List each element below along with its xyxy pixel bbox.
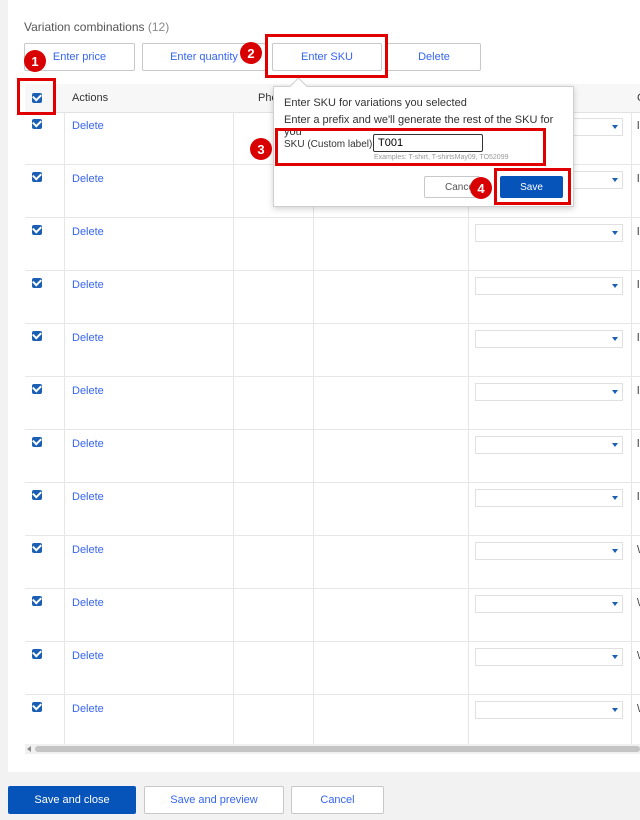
chevron-down-icon	[612, 496, 618, 500]
row-checkbox[interactable]	[32, 384, 42, 394]
row-checkbox[interactable]	[32, 702, 42, 712]
table-row: Delete \	[25, 695, 640, 748]
row-delete-link[interactable]: Delete	[72, 279, 104, 291]
row-dropdown[interactable]	[475, 277, 623, 295]
row-dropdown[interactable]	[475, 224, 623, 242]
step-badge-2: 2	[240, 42, 262, 64]
variation-count: (12)	[147, 20, 170, 34]
row-delete-link[interactable]: Delete	[72, 385, 104, 397]
row-edge-text: l	[637, 279, 640, 291]
sku-field-label: SKU (Custom label)	[284, 139, 373, 150]
sku-prefix-input[interactable]	[373, 134, 483, 152]
chevron-down-icon	[612, 390, 618, 394]
chevron-down-icon	[612, 708, 618, 712]
delete-selected-button[interactable]: Delete	[387, 43, 481, 71]
table-row: Delete \	[25, 589, 640, 642]
row-checkbox[interactable]	[32, 278, 42, 288]
row-edge-text: l	[637, 120, 640, 132]
chevron-down-icon	[612, 602, 618, 606]
step-badge-3: 3	[250, 138, 272, 160]
horizontal-scrollbar[interactable]	[25, 744, 640, 754]
row-delete-link[interactable]: Delete	[72, 703, 104, 715]
chevron-down-icon	[612, 443, 618, 447]
row-dropdown[interactable]	[475, 542, 623, 560]
row-dropdown[interactable]	[475, 383, 623, 401]
scroll-left-icon[interactable]	[27, 746, 31, 752]
enter-price-label: Enter price	[52, 51, 107, 63]
section-title-text: Variation combinations	[24, 20, 145, 34]
row-checkbox[interactable]	[32, 649, 42, 659]
row-checkbox[interactable]	[32, 331, 42, 341]
chevron-down-icon	[612, 178, 618, 182]
row-delete-link[interactable]: Delete	[72, 491, 104, 503]
enter-sku-label: Enter SKU	[301, 51, 353, 63]
row-edge-text: l	[637, 226, 640, 238]
row-edge-text: l	[637, 332, 640, 344]
popover-title: Enter SKU for variations you selected	[284, 97, 467, 109]
row-edge-text: l	[637, 438, 640, 450]
row-edge-text: l	[637, 491, 640, 503]
row-checkbox[interactable]	[32, 172, 42, 182]
chevron-down-icon	[612, 125, 618, 129]
select-all-checkbox[interactable]	[32, 93, 42, 103]
row-checkbox[interactable]	[32, 437, 42, 447]
row-edge-text: l	[637, 173, 640, 185]
table-row: Delete l	[25, 324, 640, 377]
row-delete-link[interactable]: Delete	[72, 597, 104, 609]
table-row: Delete l	[25, 218, 640, 271]
chevron-down-icon	[612, 655, 618, 659]
table-row: Delete \	[25, 536, 640, 589]
row-delete-link[interactable]: Delete	[72, 650, 104, 662]
chevron-down-icon	[612, 231, 618, 235]
delete-selected-label: Delete	[418, 51, 450, 63]
row-delete-link[interactable]: Delete	[72, 120, 104, 132]
row-delete-link[interactable]: Delete	[72, 438, 104, 450]
table-row: Delete l	[25, 377, 640, 430]
row-dropdown[interactable]	[475, 648, 623, 666]
row-dropdown[interactable]	[475, 701, 623, 719]
row-checkbox[interactable]	[32, 119, 42, 129]
table-row: Delete \	[25, 642, 640, 695]
section-title: Variation combinations (12)	[24, 20, 169, 34]
row-dropdown[interactable]	[475, 436, 623, 454]
enter-quantity-label: Enter quantity	[170, 51, 238, 63]
row-edge-text: l	[637, 385, 640, 397]
row-delete-link[interactable]: Delete	[72, 544, 104, 556]
save-and-close-button[interactable]: Save and close	[8, 786, 136, 814]
chevron-down-icon	[612, 284, 618, 288]
row-dropdown[interactable]	[475, 595, 623, 613]
step-badge-1: 1	[24, 50, 46, 72]
row-checkbox[interactable]	[32, 225, 42, 235]
row-delete-link[interactable]: Delete	[72, 173, 104, 185]
step-badge-4: 4	[470, 177, 492, 199]
save-and-preview-button[interactable]: Save and preview	[144, 786, 284, 814]
table-row: Delete l	[25, 483, 640, 536]
scrollbar-thumb[interactable]	[35, 746, 640, 752]
row-dropdown[interactable]	[475, 489, 623, 507]
row-dropdown[interactable]	[475, 330, 623, 348]
chevron-down-icon	[612, 549, 618, 553]
row-checkbox[interactable]	[32, 543, 42, 553]
sku-examples-hint: Examples: T-shirt, T-shirtsMay09, TO5209…	[374, 154, 509, 161]
actions-column-header: Actions	[72, 92, 109, 104]
popover-save-button[interactable]: Save	[500, 176, 563, 198]
row-checkbox[interactable]	[32, 490, 42, 500]
row-checkbox[interactable]	[32, 596, 42, 606]
cancel-button[interactable]: Cancel	[291, 786, 384, 814]
row-delete-link[interactable]: Delete	[72, 332, 104, 344]
enter-sku-popover: Enter SKU for variations you selected En…	[273, 77, 574, 207]
enter-sku-button[interactable]: Enter SKU	[272, 43, 382, 71]
row-delete-link[interactable]: Delete	[72, 226, 104, 238]
chevron-down-icon	[612, 337, 618, 341]
table-row: Delete l	[25, 271, 640, 324]
table-row: Delete l	[25, 430, 640, 483]
